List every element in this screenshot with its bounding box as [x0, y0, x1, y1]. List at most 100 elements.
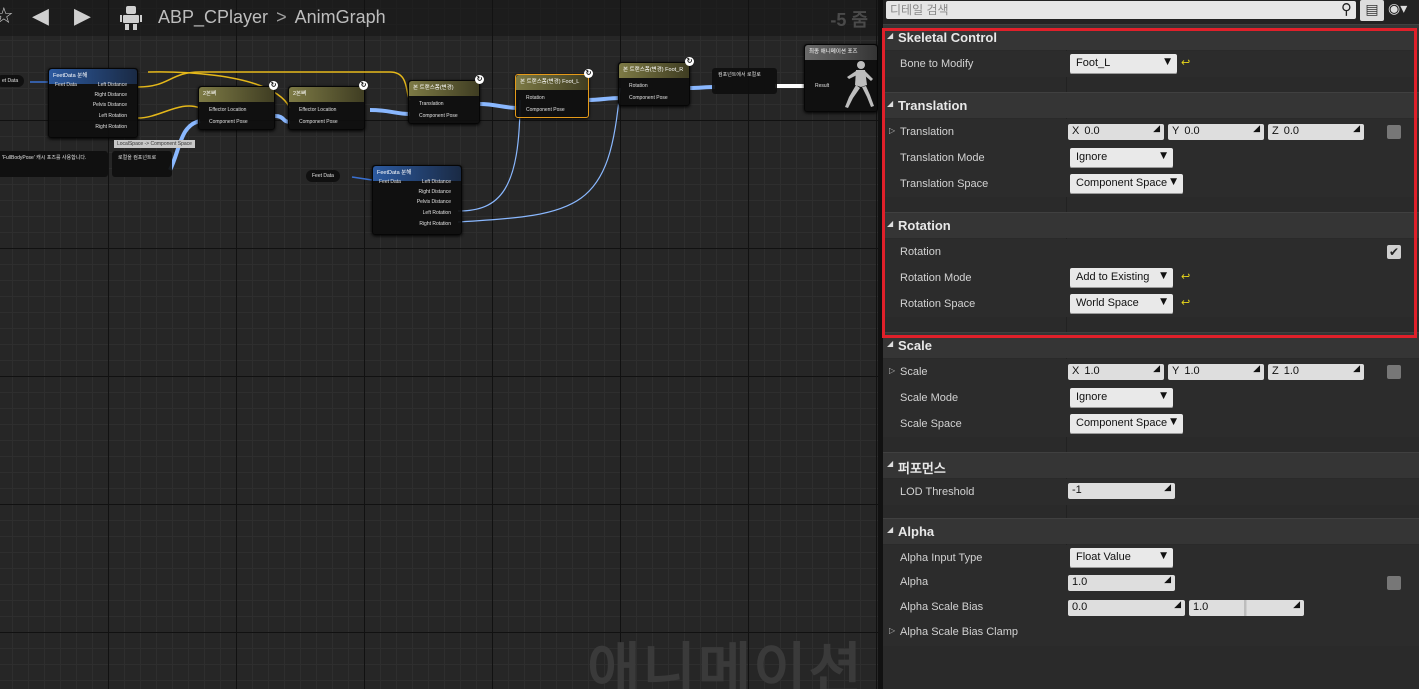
collapse-arrow-icon[interactable]: ◢	[887, 219, 893, 228]
back-arrow-icon[interactable]: ◀	[32, 4, 49, 29]
break-feet-data-node[interactable]: FeetData 분해 Feet Data Left Distance Righ…	[48, 68, 138, 138]
feet-data-variable-node[interactable]: et Data	[0, 75, 25, 87]
reset-to-default-icon[interactable]: ↩	[1181, 270, 1190, 283]
pin-component-pose[interactable]: Component Pose	[629, 95, 668, 101]
pin-translation[interactable]: Translation	[419, 101, 444, 107]
collapse-arrow-icon[interactable]: ◢	[887, 31, 893, 40]
view-options-eye-icon[interactable]: ◉▾	[1388, 1, 1416, 21]
category-rotation[interactable]: ◢ Rotation	[883, 212, 1419, 238]
node-title: et Data	[2, 78, 19, 84]
rotation-mode-dropdown[interactable]: Add to Existing ▼	[1070, 268, 1173, 288]
expand-arrow-icon[interactable]: ▷	[889, 626, 895, 635]
node-subtitle: Foot_R	[665, 67, 684, 73]
breadcrumb-graph[interactable]: AnimGraph	[295, 7, 386, 27]
translation-x-field[interactable]: X 0.0 ◢	[1068, 124, 1164, 140]
translation-space-dropdown[interactable]: Component Space ▼	[1070, 174, 1183, 194]
node-title: Feet Data	[312, 173, 334, 179]
drag-handle-icon: ◢	[1353, 124, 1360, 134]
pin-component-pose[interactable]: Component Pose	[419, 113, 458, 119]
expand-arrow-icon[interactable]: ▷	[889, 126, 895, 135]
feet-data-variable-node[interactable]: Feet Data	[306, 170, 340, 182]
alpha-pin-checkbox[interactable]	[1387, 576, 1401, 590]
translation-y-field[interactable]: Y 0.0 ◢	[1168, 124, 1264, 140]
translation-mode-dropdown[interactable]: Ignore ▼	[1070, 148, 1173, 168]
translation-z-field[interactable]: Z 0.0 ◢	[1268, 124, 1364, 140]
translation-pin-checkbox[interactable]	[1387, 125, 1401, 139]
pin-pelvis-distance[interactable]: Pelvis Distance	[93, 102, 127, 108]
breadcrumb-blueprint[interactable]: ABP_CPlayer	[158, 7, 268, 27]
anim-graph-canvas[interactable]: et Data FeetData 분해 Feet Data Left Dista…	[0, 0, 878, 689]
scale-mode-dropdown[interactable]: Ignore ▼	[1070, 388, 1173, 408]
node-badge-icon: ↻	[475, 75, 484, 84]
pin-feet-data[interactable]: Feet Data	[379, 179, 401, 185]
scale-x-field[interactable]: X 1.0 ◢	[1068, 364, 1164, 380]
exec-wire	[137, 105, 201, 119]
search-icon[interactable]: ⚲	[1341, 0, 1352, 18]
pin-pelvis-distance[interactable]: Pelvis Distance	[417, 199, 451, 205]
axis-label: Y	[1172, 365, 1180, 377]
component-to-local-node[interactable]: 컴포넌트에서 로컬로	[712, 68, 777, 94]
pin-effector-location[interactable]: Effector Location	[299, 107, 336, 113]
pin-component-pose[interactable]: Component Pose	[526, 107, 565, 113]
category-translation[interactable]: ◢ Translation	[883, 92, 1419, 118]
two-bone-ik-node-a[interactable]: 2본뼈 Effector Location Component Pose	[198, 86, 275, 130]
use-cached-pose-node[interactable]: 'FullBodyPose' 캐시 포즈를 사용합니다.	[0, 151, 108, 177]
reset-to-default-icon[interactable]: ↩	[1181, 296, 1190, 309]
node-title: 2본뼈	[289, 87, 364, 102]
break-feet-data-node-2[interactable]: FeetData 분해 Feet Data Left Distance Righ…	[372, 165, 462, 235]
pin-left-rotation[interactable]: Left Rotation	[423, 210, 451, 216]
pin-effector-location[interactable]: Effector Location	[209, 107, 246, 113]
alpha-field[interactable]: 1.0 ◢	[1068, 575, 1175, 591]
lod-threshold-field[interactable]: -1 ◢	[1068, 483, 1175, 499]
scale-space-dropdown[interactable]: Component Space ▼	[1070, 414, 1183, 434]
pin-component-pose[interactable]: Component Pose	[299, 119, 338, 125]
reset-to-default-icon[interactable]: ↩	[1181, 56, 1190, 69]
pin-right-distance[interactable]: Right Distance	[418, 189, 451, 195]
rotation-pin-checkbox[interactable]: ✔	[1387, 245, 1401, 259]
pin-component-pose[interactable]: Component Pose	[209, 119, 248, 125]
favorite-star-icon[interactable]: ☆	[0, 4, 14, 29]
pin-left-distance[interactable]: Left Distance	[422, 179, 451, 185]
category-scale[interactable]: ◢ Scale	[883, 332, 1419, 358]
node-title: 본 트랜스폼(변경)	[409, 81, 479, 96]
two-bone-ik-node-b[interactable]: 2본뼈 Effector Location Component Pose	[288, 86, 365, 130]
modify-bone-node-2-selected[interactable]: 본 트랜스폼(변경) Foot_L Rotation Component Pos…	[515, 74, 589, 118]
search-input[interactable]	[886, 1, 1326, 19]
alpha-input-type-dropdown[interactable]: Float Value ▼	[1070, 548, 1173, 568]
scale-z-field[interactable]: Z 1.0 ◢	[1268, 364, 1364, 380]
collapse-arrow-icon[interactable]: ◢	[887, 99, 893, 108]
collapse-arrow-icon[interactable]: ◢	[887, 339, 893, 348]
pin-right-distance[interactable]: Right Distance	[94, 92, 127, 98]
forward-arrow-icon[interactable]: ▶	[74, 4, 91, 29]
scale-pin-checkbox[interactable]	[1387, 365, 1401, 379]
modify-bone-node-3[interactable]: 본 트랜스폼(변경) Foot_R Rotation Component Pos…	[618, 62, 690, 106]
collapse-arrow-icon[interactable]: ◢	[887, 459, 893, 468]
pin-right-rotation[interactable]: Right Rotation	[95, 124, 127, 130]
pin-left-distance[interactable]: Left Distance	[98, 82, 127, 88]
category-alpha[interactable]: ◢ Alpha	[883, 518, 1419, 544]
pin-rotation[interactable]: Rotation	[629, 83, 648, 89]
pose-wire	[587, 96, 621, 102]
pin-feet-data[interactable]: Feet Data	[55, 82, 77, 88]
field-value: 1.0	[1184, 365, 1200, 377]
modify-bone-node-1[interactable]: 본 트랜스폼(변경) Translation Component Pose	[408, 80, 480, 124]
graph-type-watermark: 애니메이션	[587, 636, 864, 689]
category-performance[interactable]: ◢ 퍼포먼스	[883, 452, 1419, 478]
pin-left-rotation[interactable]: Left Rotation	[99, 113, 127, 119]
rotation-space-dropdown[interactable]: World Space ▼	[1070, 294, 1173, 314]
expand-arrow-icon[interactable]: ▷	[889, 366, 895, 375]
pin-rotation[interactable]: Rotation	[526, 95, 545, 101]
drag-handle-icon: ◢	[1174, 600, 1181, 610]
pin-right-rotation[interactable]: Right Rotation	[419, 221, 451, 227]
alpha-scale-bias-min-field[interactable]: 0.0 ◢	[1068, 600, 1185, 616]
pin-result[interactable]: Result	[815, 83, 829, 89]
scale-y-field[interactable]: Y 1.0 ◢	[1168, 364, 1264, 380]
property-matrix-button[interactable]: ▤	[1360, 0, 1384, 21]
alpha-scale-bias-max-field[interactable]: 1.0 ◢	[1189, 600, 1304, 616]
collapse-arrow-icon[interactable]: ◢	[887, 525, 893, 534]
output-pose-node[interactable]: 최종 애니메이션 포즈 Result	[804, 44, 878, 112]
local-to-component-node[interactable]: 로컬을 컴포넌트로	[112, 151, 172, 177]
details-panel: ⚲ ▤ ◉▾ ◢ Skeletal Control Bone to Modify…	[883, 0, 1419, 689]
category-skeletal-control[interactable]: ◢ Skeletal Control	[883, 24, 1419, 50]
bone-to-modify-dropdown[interactable]: Foot_L ▼	[1070, 54, 1177, 74]
